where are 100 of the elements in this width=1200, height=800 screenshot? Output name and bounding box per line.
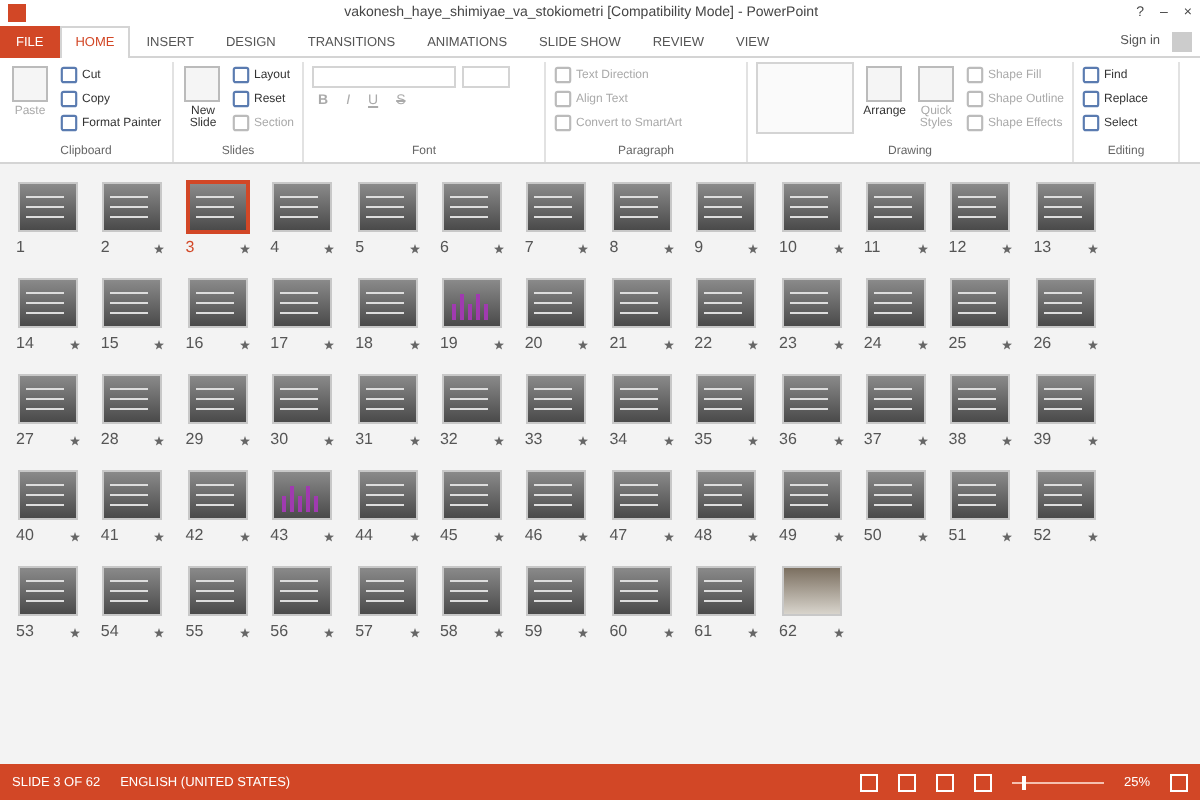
app-logo-icon (8, 4, 26, 22)
slide-thumbnail[interactable] (102, 374, 163, 424)
slide-thumbnail[interactable] (357, 182, 418, 232)
slide-number: 59 (524, 622, 543, 640)
slide-thumbnail[interactable] (441, 566, 502, 616)
slide-number: 7 (524, 238, 534, 256)
font-name-field[interactable] (312, 66, 456, 88)
slide-thumbnail[interactable] (781, 182, 842, 232)
slide-thumbnail[interactable] (102, 566, 163, 616)
slide-thumbnail[interactable] (526, 278, 587, 328)
slide-thumbnail[interactable] (102, 470, 163, 520)
square-icon (554, 66, 572, 84)
slide-thumbnail[interactable] (950, 470, 1011, 520)
slide-thumbnail[interactable] (611, 278, 672, 328)
slide-thumbnail[interactable] (781, 278, 842, 328)
slide-thumbnail[interactable] (526, 470, 587, 520)
slide-thumbnail[interactable] (696, 470, 757, 520)
slide-thumbnail[interactable] (611, 374, 672, 424)
slide-number: 46 (524, 526, 543, 544)
slide-number: 1 (16, 238, 25, 256)
slide-thumbnail[interactable] (865, 374, 926, 424)
slide-number: 30 (270, 430, 289, 448)
slide-number: 12 (948, 238, 967, 256)
photo-placeholder[interactable] (781, 566, 842, 616)
slide-thumbnail[interactable] (781, 374, 842, 424)
slide-thumbnail[interactable] (611, 566, 672, 616)
slide-thumbnail[interactable] (950, 182, 1011, 232)
slide-thumbnail[interactable] (441, 470, 502, 520)
slide-thumbnail[interactable] (441, 374, 502, 424)
slide-thumbnail[interactable] (357, 374, 418, 424)
slide-number: 43 (270, 526, 289, 544)
square-icon (1082, 66, 1100, 84)
square-icon (1082, 90, 1100, 108)
slide-thumbnail[interactable] (18, 374, 78, 424)
slide-thumbnail[interactable] (441, 182, 502, 232)
slide-number: 61 (694, 622, 713, 640)
slide-thumbnail[interactable] (187, 470, 248, 520)
slide-thumbnail[interactable] (441, 278, 502, 328)
slide-thumbnail[interactable] (357, 470, 418, 520)
slide-thumbnail[interactable] (272, 470, 333, 520)
slide-thumbnail[interactable] (781, 470, 842, 520)
slide-number: 28 (100, 430, 119, 448)
fit-icon[interactable] (1170, 773, 1188, 791)
square-icon (231, 114, 250, 132)
slide-thumbnail[interactable] (950, 374, 1011, 424)
slide-number: 37 (863, 430, 882, 448)
square-icon (60, 114, 78, 132)
font-size-field[interactable] (462, 66, 510, 88)
slide-thumbnail[interactable] (1035, 182, 1096, 232)
slide-thumbnail[interactable] (102, 182, 163, 232)
slide-number: 16 (185, 334, 204, 352)
slide-thumbnail[interactable] (1035, 470, 1096, 520)
slide-thumbnail[interactable] (102, 278, 163, 328)
slide-number: 10 (779, 238, 797, 256)
slide-thumbnail[interactable] (18, 566, 78, 616)
slide-thumbnail[interactable] (611, 470, 672, 520)
slide-number: 29 (185, 430, 204, 448)
slide-thumbnail[interactable] (18, 278, 78, 328)
slide-thumbnail[interactable] (696, 278, 757, 328)
slide-thumbnail[interactable] (272, 182, 333, 232)
slide-thumbnail[interactable] (526, 566, 587, 616)
slide-thumbnail[interactable] (865, 470, 926, 520)
slide-thumbnail[interactable] (272, 278, 333, 328)
slide-thumbnail[interactable] (865, 182, 926, 232)
slide-thumbnail[interactable] (1035, 374, 1096, 424)
slide-thumbnail[interactable] (185, 180, 250, 234)
slide-thumbnail[interactable] (526, 182, 587, 232)
slide-number: 4 (270, 238, 280, 256)
slide-thumbnail[interactable] (187, 278, 248, 328)
slide-number: 62 (779, 622, 797, 640)
slide-thumbnail[interactable] (272, 566, 333, 616)
slide-number: 38 (948, 430, 967, 448)
slide-number: 31 (355, 430, 373, 448)
slide-number: 14 (16, 334, 34, 352)
slide-number: 17 (270, 334, 289, 352)
slide-thumbnail[interactable] (18, 470, 78, 520)
slide-number: 25 (948, 334, 967, 352)
slide-number: 42 (185, 526, 204, 544)
slide-number: 44 (355, 526, 373, 544)
slide-thumbnail[interactable] (272, 374, 333, 424)
square-icon (965, 114, 984, 132)
slide-number: 20 (524, 334, 543, 352)
slide-thumbnail[interactable] (18, 182, 78, 232)
slide-thumbnail[interactable] (611, 182, 672, 232)
slide-thumbnail[interactable] (696, 374, 757, 424)
slide-thumbnail[interactable] (696, 182, 757, 232)
square-icon (231, 90, 250, 108)
slide-thumbnail[interactable] (526, 374, 587, 424)
slide-thumbnail[interactable] (187, 566, 248, 616)
slide-number: 27 (16, 430, 34, 448)
slide-thumbnail[interactable] (187, 374, 248, 424)
slide-thumbnail[interactable] (357, 566, 418, 616)
slide-thumbnail[interactable] (865, 278, 926, 328)
slide-number: 47 (609, 526, 628, 544)
slide-number: 6 (439, 238, 449, 256)
slide-thumbnail[interactable] (357, 278, 418, 328)
slide-thumbnail[interactable] (950, 278, 1011, 328)
slide-thumbnail[interactable] (696, 566, 757, 616)
slide-number: 24 (863, 334, 882, 352)
slide-thumbnail[interactable] (1035, 278, 1096, 328)
